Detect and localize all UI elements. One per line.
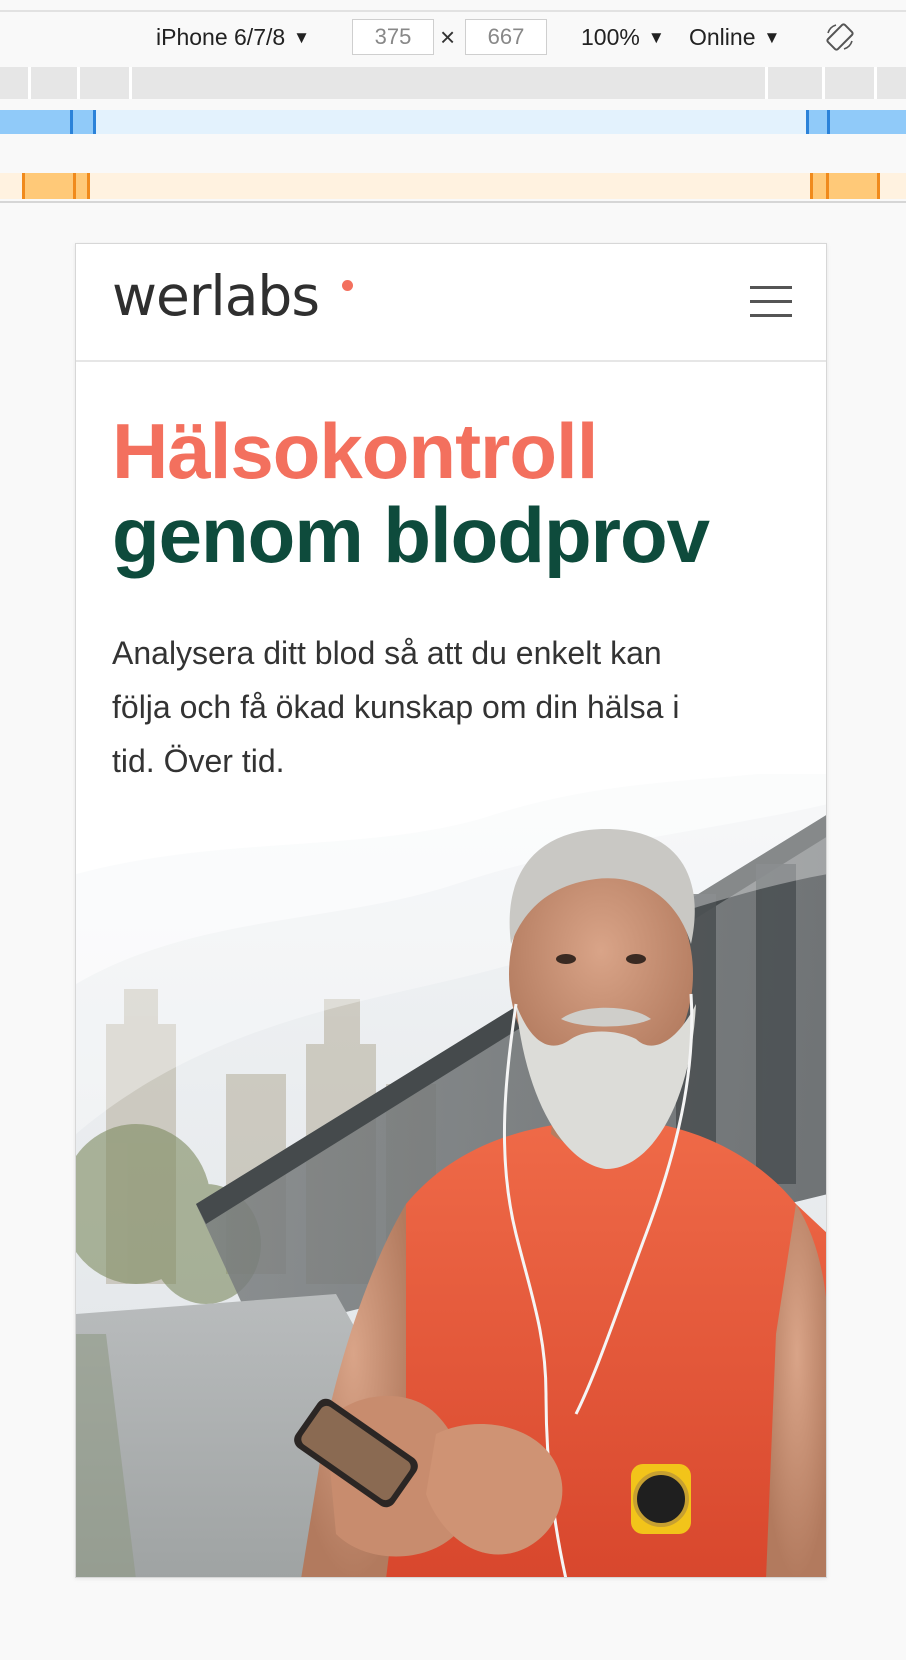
- hero-lead-text: Analysera ditt blod så att du enkelt kan…: [112, 635, 680, 779]
- width-input[interactable]: [352, 19, 434, 55]
- caret-down-icon: ▼: [293, 27, 310, 47]
- media-query-marker[interactable]: [827, 110, 830, 134]
- headline-primary: Hälsokontroll: [112, 407, 598, 495]
- media-query-marker[interactable]: [826, 173, 829, 199]
- media-query-marker[interactable]: [822, 67, 825, 99]
- height-input[interactable]: [465, 19, 547, 55]
- hamburger-line: [750, 300, 792, 303]
- media-query-marker[interactable]: [129, 67, 132, 99]
- hamburger-line: [750, 314, 792, 317]
- media-query-range[interactable]: [810, 173, 880, 199]
- werlabs-logo[interactable]: werlabs: [112, 269, 320, 324]
- media-query-range[interactable]: [0, 110, 96, 134]
- media-query-marker[interactable]: [810, 173, 813, 199]
- hero-photo-man-with-phone: [76, 774, 826, 1577]
- hamburger-menu-icon[interactable]: [750, 284, 792, 318]
- media-query-marker[interactable]: [73, 173, 76, 199]
- zoom-select-label: 100%: [581, 23, 640, 50]
- devtools-device-toolbar: iPhone 6/7/8 ▼ × 100% ▼ Online ▼: [0, 0, 906, 203]
- media-query-marker[interactable]: [874, 67, 877, 99]
- hamburger-line: [750, 286, 792, 289]
- zoom-select[interactable]: 100% ▼: [581, 16, 665, 58]
- media-query-bar-max-width[interactable]: [0, 67, 906, 99]
- media-query-range[interactable]: [22, 173, 90, 199]
- device-select[interactable]: iPhone 6/7/8 ▼: [156, 16, 310, 58]
- rotate-icon[interactable]: [824, 21, 856, 53]
- dimension-separator-icon: ×: [440, 22, 456, 52]
- toolbar-top-border: [0, 10, 906, 12]
- media-query-marker[interactable]: [806, 110, 809, 134]
- caret-down-icon: ▼: [763, 27, 781, 47]
- site-header: werlabs: [76, 244, 826, 362]
- media-query-bar-min-width[interactable]: [0, 173, 906, 199]
- media-query-marker[interactable]: [28, 67, 31, 99]
- media-query-marker[interactable]: [70, 110, 73, 134]
- logo-dot: [342, 280, 353, 291]
- media-query-marker[interactable]: [765, 67, 768, 99]
- device-select-label: iPhone 6/7/8: [156, 23, 286, 50]
- device-viewport: werlabs Hälsokontroll genom blodprov Ana…: [75, 243, 827, 1578]
- caret-down-icon: ▼: [647, 27, 665, 47]
- media-query-marker[interactable]: [77, 67, 80, 99]
- headline-secondary: genom blodprov: [112, 491, 710, 579]
- network-select-label: Online: [689, 23, 756, 50]
- media-query-marker[interactable]: [877, 173, 880, 199]
- media-query-range[interactable]: [806, 110, 906, 134]
- media-query-marker[interactable]: [87, 173, 90, 199]
- media-query-bar-min-max[interactable]: [0, 110, 906, 134]
- device-toolbar-row: iPhone 6/7/8 ▼ × 100% ▼ Online ▼: [0, 16, 906, 58]
- media-query-marker[interactable]: [22, 173, 25, 199]
- network-throttle-select[interactable]: Online ▼: [689, 16, 780, 58]
- media-query-marker[interactable]: [93, 110, 96, 134]
